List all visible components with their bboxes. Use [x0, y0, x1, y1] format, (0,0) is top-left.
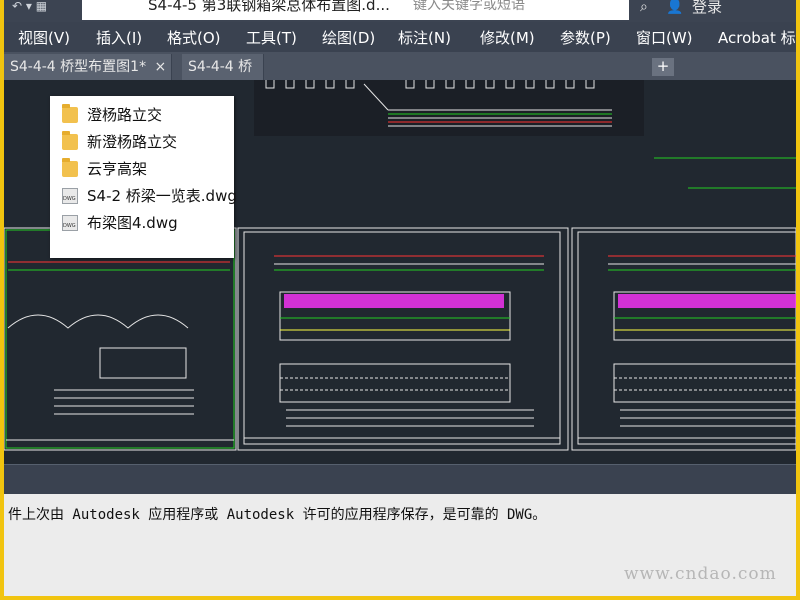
menu-dimension[interactable]: 标注(N)	[398, 27, 451, 48]
binoculars-icon[interactable]: ⌕	[640, 0, 648, 14]
folder-icon	[62, 131, 78, 150]
drawing-sheet-2	[237, 227, 569, 451]
search-input[interactable]: 键入关键字或短语	[407, 0, 629, 20]
recent-folder-yunheng-viaduct[interactable]: 云亨高架	[50, 156, 234, 183]
menu-window[interactable]: 窗口(W)	[636, 27, 693, 48]
file-name: 布梁图4.dwg	[87, 214, 178, 232]
menu-tools[interactable]: 工具(T)	[246, 27, 297, 48]
recent-file-beam-layout[interactable]: 布梁图4.dwg	[50, 210, 234, 237]
title-bar: ↶ ▾ ▦ S4-4-5 第3联钢箱梁总体布置图.d... 键入关键字或短语 ⌕…	[4, 0, 796, 22]
menu-acrobat[interactable]: Acrobat 标	[718, 27, 796, 48]
quick-access-toolbar[interactable]: ↶ ▾ ▦	[12, 0, 47, 12]
add-tab-button[interactable]: +	[652, 58, 674, 76]
message-text: 件上次由 Autodesk 应用程序或 Autodesk 许可的应用程序保存，是…	[8, 507, 547, 523]
recent-file-bridge-list[interactable]: S4-2 桥梁一览表.dwg	[50, 183, 237, 210]
menu-modify[interactable]: 修改(M)	[480, 27, 535, 48]
autocad-window: ↶ ▾ ▦ S4-4-5 第3联钢箱梁总体布置图.d... 键入关键字或短语 ⌕…	[4, 0, 796, 596]
menu-bar: 视图(V) 插入(I) 格式(O) 工具(T) 绘图(D) 标注(N) 修改(M…	[4, 22, 796, 52]
dwg-trust-message: 件上次由 Autodesk 应用程序或 Autodesk 许可的应用程序保存，是…	[4, 494, 796, 596]
folder-icon	[62, 158, 78, 177]
recent-folder-chengyang-interchange[interactable]: 澄杨路立交	[50, 102, 234, 129]
recent-folder-new-chengyang-interchange[interactable]: 新澄杨路立交	[50, 129, 234, 156]
file-name: 云亨高架	[87, 160, 148, 178]
close-icon[interactable]: ×	[155, 59, 167, 75]
tab-s4-4-4-bridge[interactable]: S4-4-4 桥	[182, 54, 264, 80]
command-line[interactable]	[4, 464, 796, 494]
drawing-sheet-3	[571, 227, 796, 451]
watermark-text: www.cndao.com	[624, 564, 777, 584]
menu-parametric[interactable]: 参数(P)	[560, 27, 611, 48]
drawing-sheet-1	[4, 227, 237, 451]
tab-s4-4-4-bridge-layout[interactable]: S4-4-4 桥型布置图1* ×	[4, 54, 172, 80]
plan-view-drawing	[254, 36, 796, 189]
user-icon[interactable]: 👤	[666, 0, 683, 14]
dwg-file-icon	[62, 215, 78, 231]
recent-files-dropdown: 澄杨路立交 新澄杨路立交 云亨高架 S4-2 桥梁一览表.dwg 布梁图4.dw…	[50, 96, 237, 258]
file-name: S4-2 桥梁一览表.dwg	[87, 187, 237, 205]
dwg-file-icon	[62, 188, 78, 204]
menu-view[interactable]: 视图(V)	[18, 27, 70, 48]
menu-draw[interactable]: 绘图(D)	[322, 27, 375, 48]
menu-insert[interactable]: 插入(I)	[96, 27, 142, 48]
file-tab-bar: S4-4-4 桥型布置图1* × S4-4-4 桥 +	[4, 52, 796, 80]
document-title: S4-4-5 第3联钢箱梁总体布置图.d...	[82, 0, 408, 20]
menu-format[interactable]: 格式(O)	[167, 27, 221, 48]
tab-label: S4-4-4 桥	[188, 59, 253, 75]
tab-label: S4-4-4 桥型布置图1*	[10, 59, 147, 75]
file-name: 新澄杨路立交	[87, 133, 178, 151]
folder-icon	[62, 104, 78, 123]
file-name: 澄杨路立交	[87, 106, 163, 124]
login-link[interactable]: 登录	[692, 0, 722, 15]
